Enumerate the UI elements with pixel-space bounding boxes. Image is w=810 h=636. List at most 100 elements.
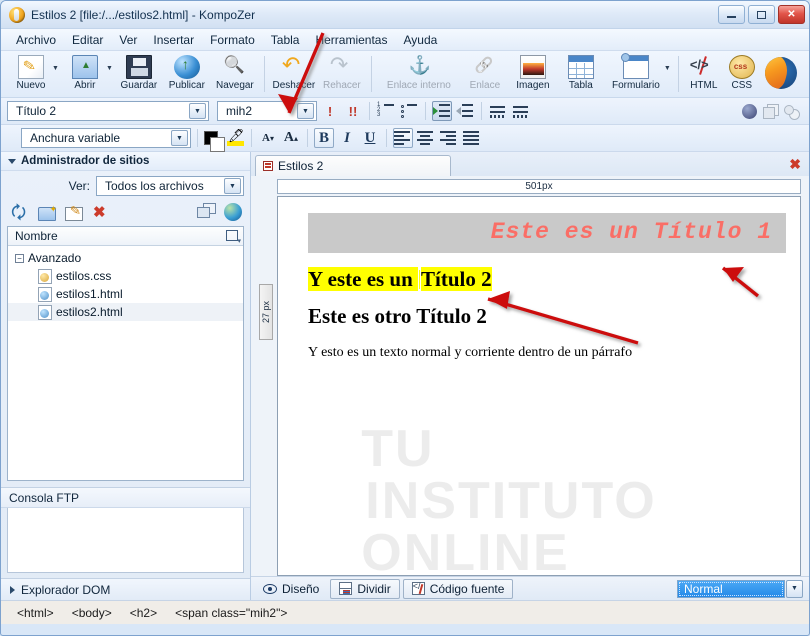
toolbar-enlace[interactable]: Enlace	[461, 53, 509, 91]
toolbar-guardar-label: Guardar	[120, 80, 158, 91]
toolbar-guardar[interactable]: Guardar	[115, 53, 163, 91]
toolbar-navegar[interactable]: Navegar	[211, 53, 259, 91]
document-tab-estilos2[interactable]: Estilos 2	[255, 155, 451, 176]
absolute-position-icon[interactable]	[784, 104, 800, 120]
edit-site-icon[interactable]	[65, 207, 83, 221]
decrease-font-button[interactable]: A ▾	[258, 128, 278, 148]
minimize-button[interactable]	[718, 5, 745, 24]
tree-node-folder[interactable]: − Avanzado	[8, 249, 243, 267]
heading2-plain-block[interactable]: Este es otro Título 2	[308, 304, 786, 329]
heading1-block[interactable]: Este es un Título 1	[308, 213, 786, 253]
vertical-ruler[interactable]: 27 px	[259, 284, 273, 340]
menu-ayuda[interactable]: Ayuda	[396, 31, 444, 49]
menu-ver[interactable]: Ver	[112, 31, 144, 49]
menu-formato[interactable]: Formato	[203, 31, 262, 49]
chevron-down-icon[interactable]: ▼	[786, 579, 803, 598]
layer-icon[interactable]	[763, 103, 779, 119]
toolbar-tabla[interactable]: Tabla	[557, 53, 605, 91]
tree-node-estilos2-html[interactable]: estilos2.html	[8, 303, 243, 321]
breadcrumb-span[interactable]: <span class="mih2">	[175, 606, 287, 620]
menu-tabla[interactable]: Tabla	[264, 31, 307, 49]
toolbar-enlace-interno[interactable]: Enlace interno	[377, 53, 461, 91]
menu-editar[interactable]: Editar	[65, 31, 110, 49]
toolbar-html-label: HTML	[690, 80, 718, 91]
menu-archivo[interactable]: Archivo	[9, 31, 63, 49]
site-manager-header[interactable]: Administrador de sitios	[1, 152, 250, 171]
bold-button[interactable]: B	[314, 128, 334, 148]
chevron-down-icon[interactable]: ▼	[297, 103, 314, 119]
spellcheck-all-button[interactable]	[511, 101, 531, 121]
chevron-down-icon[interactable]: ▼	[189, 103, 206, 119]
indent-less-button[interactable]	[455, 101, 475, 121]
chevron-down-icon[interactable]: ▼	[171, 130, 188, 146]
toolbar-css[interactable]: CSS	[724, 53, 760, 91]
increase-priority-button[interactable]: !!	[343, 101, 363, 121]
toolbar-nuevo[interactable]: Nuevo	[7, 53, 55, 91]
breadcrumb-body[interactable]: <body>	[72, 606, 112, 620]
align-right-button[interactable]	[439, 128, 459, 148]
horizontal-ruler[interactable]: 501px	[277, 179, 801, 194]
breadcrumb-html[interactable]: <html>	[17, 606, 54, 620]
canvas-wrapper: 27 px TU INSTITUTO ONLINE Este es un Tít…	[251, 196, 809, 576]
chevron-down-icon[interactable]: ▼	[224, 178, 241, 194]
menu-herramientas[interactable]: Herramientas	[308, 31, 394, 49]
class-name-select[interactable]: mih2 ▼	[217, 101, 317, 121]
new-folder-icon[interactable]	[38, 204, 57, 221]
tab-dividir[interactable]: Dividir	[330, 578, 400, 599]
indent-more-button[interactable]	[432, 101, 452, 121]
toolbar-imagen[interactable]: Imagen	[509, 53, 557, 91]
css-editor-icon[interactable]	[742, 103, 757, 119]
text-color-swatch[interactable]	[204, 131, 225, 152]
paragraph-block[interactable]: Y esto es un texto normal y corriente de…	[308, 345, 786, 361]
increase-font-button[interactable]: A ▴	[281, 128, 301, 148]
toolbar-formulario[interactable]: Formulario	[605, 53, 667, 91]
italic-button[interactable]: I	[337, 128, 357, 148]
refresh-icon[interactable]	[11, 200, 29, 229]
tree-node-label: estilos2.html	[56, 305, 123, 319]
view-filter-select[interactable]: Todos los archivos ▼	[96, 176, 244, 196]
breadcrumb-h2[interactable]: <h2>	[130, 606, 157, 620]
column-chooser-icon[interactable]	[226, 230, 241, 245]
document-tab-bar: Estilos 2 ✖	[251, 152, 809, 176]
align-center-button[interactable]	[416, 128, 436, 148]
chevron-down-icon[interactable]	[8, 158, 16, 164]
tree-node-estilos-css[interactable]: estilos.css	[8, 267, 243, 285]
toolbar-rehacer[interactable]: Rehacer	[318, 52, 366, 91]
bulleted-list-button[interactable]	[399, 101, 419, 121]
toolbar-publicar[interactable]: Publicar	[163, 53, 211, 91]
numbered-list-button[interactable]: 123	[376, 101, 396, 121]
tab-codigo-fuente[interactable]: Código fuente	[402, 578, 514, 599]
highlighter-icon[interactable]	[227, 130, 245, 146]
delete-icon[interactable]	[92, 203, 110, 221]
chevron-right-icon[interactable]	[10, 585, 15, 594]
close-button[interactable]: ✕	[778, 5, 805, 24]
toolbar-html[interactable]: HTML	[684, 53, 724, 91]
tab-diseno[interactable]: Diseño	[255, 579, 327, 599]
view-mode-select[interactable]: Normal	[677, 579, 785, 598]
firefox-globe-icon[interactable]	[765, 57, 797, 89]
manage-sites-icon[interactable]	[197, 203, 216, 221]
site-globe-icon[interactable]	[224, 203, 242, 221]
menu-insertar[interactable]: Insertar	[146, 31, 201, 49]
paragraph-format-select[interactable]: Título 2 ▼	[7, 101, 209, 121]
document-canvas[interactable]: TU INSTITUTO ONLINE Este es un Título 1 …	[277, 196, 801, 576]
align-justify-button[interactable]	[462, 128, 482, 148]
abrir-dropdown-arrow[interactable]: ▼	[106, 65, 113, 72]
align-left-button[interactable]	[393, 128, 413, 148]
tree-node-estilos1-html[interactable]: estilos1.html	[8, 285, 243, 303]
heading2-highlighted-block[interactable]: Y este es un Título 2	[308, 267, 786, 292]
dom-explorer-header[interactable]: Explorador DOM	[1, 578, 250, 600]
anchor-icon	[406, 55, 432, 79]
decrease-priority-button[interactable]: !	[320, 101, 340, 121]
nuevo-dropdown-arrow[interactable]: ▼	[52, 65, 59, 72]
close-tab-icon[interactable]: ✖	[789, 156, 801, 173]
formulario-dropdown-arrow[interactable]: ▼	[664, 65, 671, 72]
collapse-expander-icon[interactable]: −	[15, 253, 24, 263]
spellcheck-button[interactable]	[488, 101, 508, 121]
toolbar-deshacer[interactable]: Deshacer	[270, 52, 318, 91]
view-mode-select-group: Normal ▼	[677, 579, 803, 598]
underline-button[interactable]: U	[360, 128, 380, 148]
font-width-select[interactable]: Anchura variable ▼	[21, 128, 191, 148]
toolbar-abrir[interactable]: Abrir	[61, 53, 109, 91]
maximize-button[interactable]	[748, 5, 775, 24]
